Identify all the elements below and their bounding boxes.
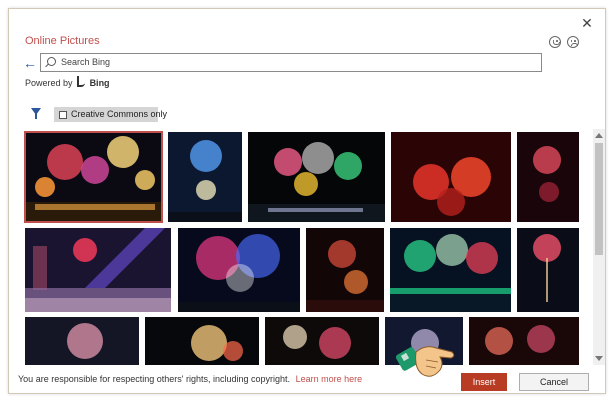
image-thumbnail[interactable] — [24, 131, 163, 223]
online-pictures-dialog: ✕ Online Pictures ← Powered by Bing Crea… — [8, 8, 606, 394]
search-icon — [47, 57, 56, 66]
image-thumbnail[interactable] — [25, 228, 171, 312]
image-thumbnail[interactable] — [168, 132, 242, 222]
bing-label: Bing — [89, 78, 110, 88]
disclaimer-text: You are responsible for respecting other… — [18, 374, 291, 384]
search-box[interactable] — [40, 53, 542, 72]
smile-icon[interactable] — [549, 36, 561, 48]
image-thumbnail[interactable] — [145, 317, 259, 365]
powered-by-label: Powered by — [25, 78, 73, 88]
scroll-thumb[interactable] — [595, 143, 603, 255]
image-thumbnail[interactable] — [517, 228, 579, 312]
image-thumbnail[interactable] — [385, 317, 463, 365]
creative-commons-checkbox[interactable] — [59, 111, 67, 119]
image-thumbnail[interactable] — [248, 132, 385, 222]
search-input[interactable] — [61, 55, 531, 69]
frown-icon[interactable] — [567, 36, 579, 48]
image-thumbnail[interactable] — [391, 132, 511, 222]
image-thumbnail[interactable] — [178, 228, 300, 312]
learn-more-link[interactable]: Learn more here — [296, 374, 363, 384]
dialog-title: Online Pictures — [25, 35, 100, 47]
insert-button[interactable]: Insert — [461, 373, 507, 391]
image-thumbnail[interactable] — [25, 317, 139, 365]
image-results-grid — [9, 129, 589, 365]
dialog-footer: You are responsible for respecting other… — [9, 365, 605, 393]
image-thumbnail[interactable] — [390, 228, 511, 312]
image-thumbnail[interactable] — [265, 317, 379, 365]
copyright-disclaimer: You are responsible for respecting other… — [18, 374, 362, 384]
scroll-down-icon[interactable] — [595, 356, 603, 361]
creative-commons-label: Creative Commons only — [71, 109, 168, 119]
image-thumbnail[interactable] — [306, 228, 384, 312]
scroll-up-icon[interactable] — [595, 133, 603, 138]
image-thumbnail[interactable] — [469, 317, 579, 365]
image-thumbnail[interactable] — [517, 132, 579, 222]
creative-commons-filter[interactable]: Creative Commons only — [54, 107, 167, 122]
close-icon[interactable]: ✕ — [579, 15, 595, 31]
bing-logo-icon — [77, 76, 86, 87]
filter-icon[interactable] — [31, 108, 41, 119]
powered-by-bing: Powered by Bing — [25, 76, 110, 88]
cancel-button[interactable]: Cancel — [519, 373, 589, 391]
back-arrow-icon[interactable]: ← — [23, 56, 37, 70]
results-scrollbar[interactable] — [593, 129, 605, 365]
